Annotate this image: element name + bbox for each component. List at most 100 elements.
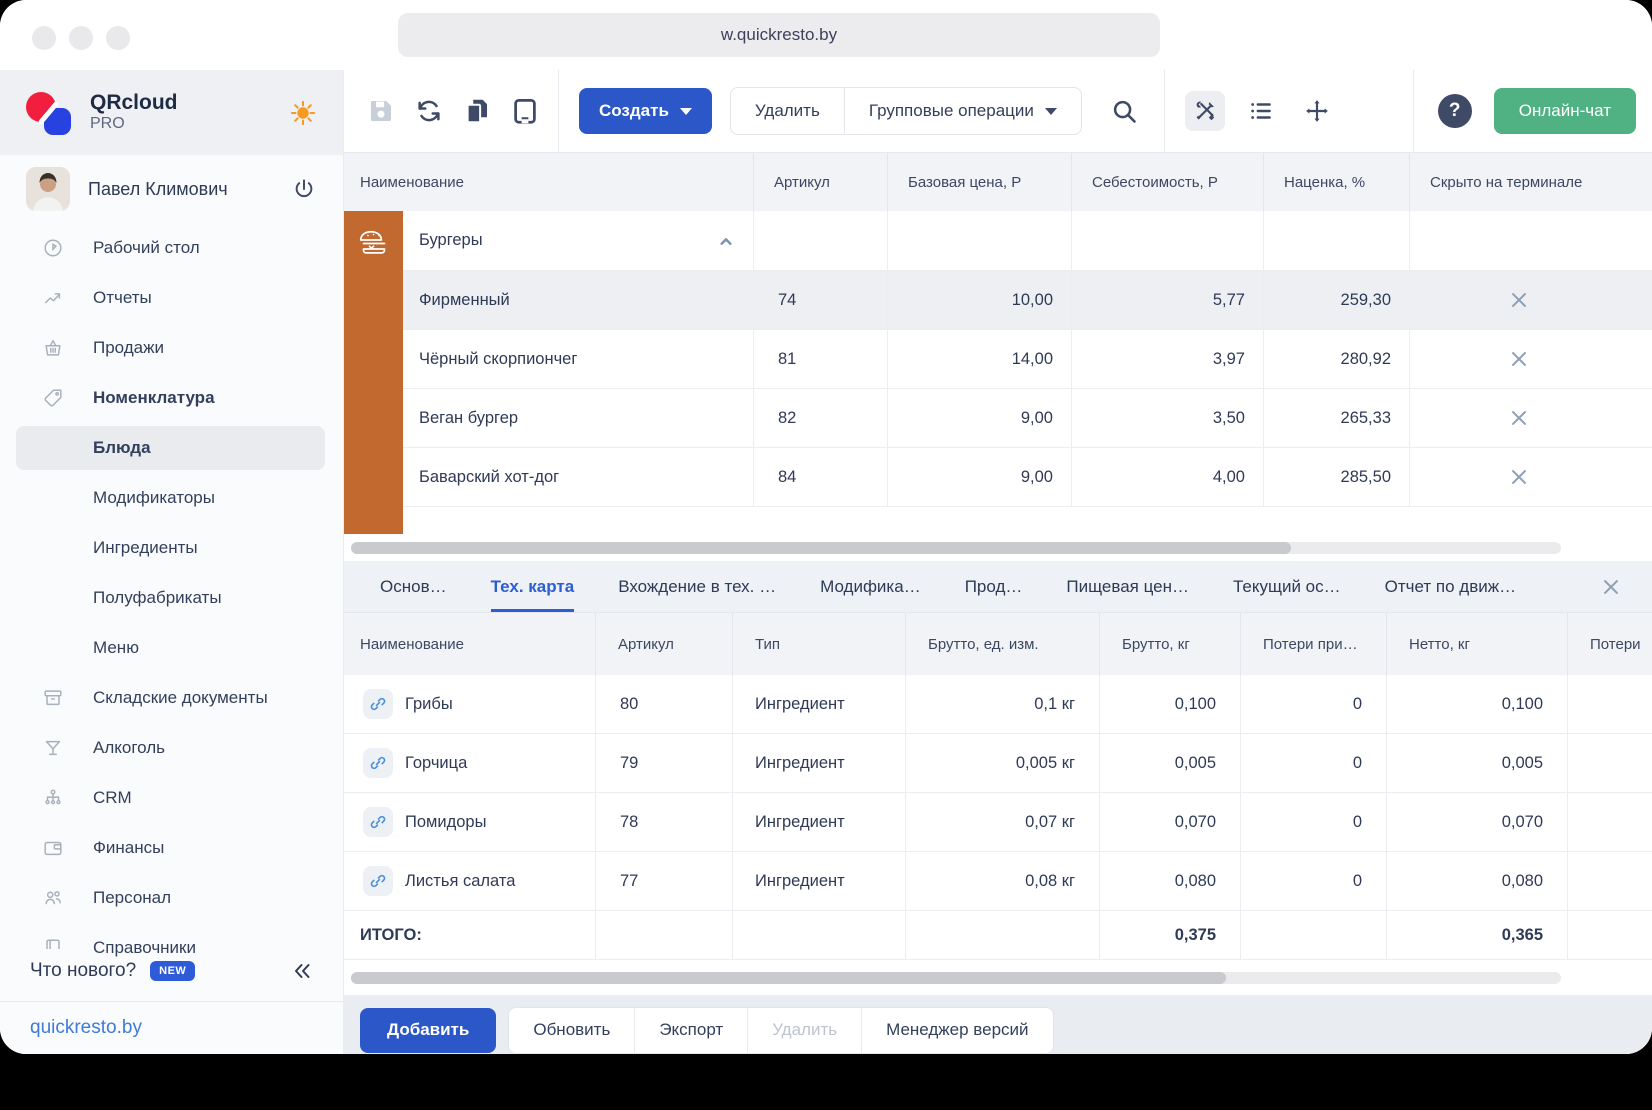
tab-modifiers[interactable]: Модифика… — [820, 561, 921, 612]
version-manager-button[interactable]: Менеджер версий — [861, 1008, 1052, 1053]
list-view-button[interactable] — [1241, 91, 1281, 131]
add-button[interactable]: Добавить — [360, 1008, 496, 1053]
refresh-button[interactable] — [414, 96, 444, 126]
column-header[interactable]: Наценка, % — [1263, 153, 1409, 211]
hierarchy-icon — [42, 787, 64, 809]
sidebar-item-alcohol[interactable]: Алкоголь — [0, 723, 343, 773]
sidebar-item-modifiers[interactable]: Модификаторы — [0, 473, 343, 523]
help-button[interactable]: ? — [1438, 94, 1472, 128]
totals-net: 0,365 — [1386, 911, 1567, 960]
column-header[interactable]: Наименование — [344, 613, 595, 675]
terminal-screen-button[interactable] — [510, 96, 540, 126]
close-window-button[interactable] — [32, 26, 56, 50]
column-header[interactable]: Скрыто на терминале — [1409, 153, 1652, 211]
sidebar-item-nomenclature[interactable]: Номенклатура — [0, 373, 343, 423]
dishes-table: Наименование Артикул Базовая цена, Р Себ… — [344, 153, 1652, 534]
reports-icon — [42, 287, 64, 309]
column-header[interactable]: Артикул — [753, 153, 887, 211]
group-operations-button[interactable]: Групповые операции — [844, 88, 1081, 134]
table-row[interactable]: Листья салата 77 Ингредиент 0,08 кг 0,08… — [344, 852, 1652, 911]
table-row[interactable]: Веган бургер 82 9,00 3,50 265,33 — [344, 389, 1652, 448]
hidden-on-terminal-x-icon[interactable] — [1506, 346, 1532, 372]
sidebar-item-warehouse-docs[interactable]: Складские документы — [0, 673, 343, 723]
column-header[interactable]: Брутто, кг — [1099, 613, 1240, 675]
export-button[interactable]: Экспорт — [634, 1008, 747, 1053]
copy-button[interactable] — [462, 96, 492, 126]
column-header[interactable]: Потери при… — [1240, 613, 1386, 675]
sidebar-item-menu[interactable]: Меню — [0, 623, 343, 673]
tab-current-stock[interactable]: Текущий ос… — [1233, 561, 1341, 612]
link-icon[interactable] — [363, 866, 393, 896]
column-header[interactable]: Нетто, кг — [1386, 613, 1567, 675]
horizontal-scrollbar — [344, 534, 1652, 561]
move-button[interactable] — [1297, 91, 1337, 131]
link-icon[interactable] — [363, 748, 393, 778]
update-button[interactable]: Обновить — [509, 1008, 634, 1053]
theme-sun-icon[interactable] — [289, 99, 317, 127]
archive-icon — [42, 687, 64, 709]
column-header[interactable]: Себестоимость, Р — [1071, 153, 1263, 211]
tab-tech-usage[interactable]: Вхождение в тех. … — [618, 561, 776, 612]
horizontal-scrollbar — [344, 960, 1652, 995]
techcard-table: Наименование Артикул Тип Брутто, ед. изм… — [344, 613, 1652, 960]
column-header[interactable]: Потери — [1567, 613, 1652, 675]
sidebar: QRcloud PRO П — [0, 70, 344, 1054]
table-row[interactable]: Чёрный скорпиончег 81 14,00 3,97 280,92 — [344, 330, 1652, 389]
basket-icon — [42, 337, 64, 359]
martini-icon — [42, 737, 64, 759]
window-controls[interactable] — [32, 26, 130, 50]
site-link[interactable]: quickresto.by — [0, 1002, 343, 1054]
sidebar-item-sales[interactable]: Продажи — [0, 323, 343, 373]
minimize-window-button[interactable] — [69, 26, 93, 50]
tab-sales[interactable]: Прод… — [965, 561, 1023, 612]
sidebar-menu: Рабочий стол Отчеты Продажи — [0, 223, 343, 973]
hidden-on-terminal-x-icon[interactable] — [1506, 287, 1532, 313]
sidebar-item-semifinished[interactable]: Полуфабрикаты — [0, 573, 343, 623]
close-panel-icon[interactable] — [1598, 574, 1624, 600]
tab-tech-card[interactable]: Тех. карта — [491, 561, 575, 612]
column-header[interactable]: Наименование — [344, 153, 753, 211]
table-row[interactable]: Баварский хот-дог 84 9,00 4,00 285,50 — [344, 448, 1652, 507]
collapse-sidebar-icon[interactable] — [289, 959, 313, 983]
group-row[interactable]: Бургеры — [344, 211, 1652, 271]
sidebar-item-finance[interactable]: Финансы — [0, 823, 343, 873]
column-header[interactable]: Брутто, ед. изм. — [905, 613, 1099, 675]
chevron-up-icon[interactable] — [713, 228, 739, 254]
logout-power-icon[interactable] — [291, 176, 317, 202]
search-icon[interactable] — [1110, 97, 1138, 125]
tools-button[interactable] — [1185, 91, 1225, 131]
table-row[interactable]: Горчица 79 Ингредиент 0,005 кг 0,005 0 0… — [344, 734, 1652, 793]
footer-delete-button[interactable]: Удалить — [747, 1008, 861, 1053]
column-header[interactable]: Артикул — [595, 613, 732, 675]
sidebar-item-crm[interactable]: CRM — [0, 773, 343, 823]
tab-movement-report[interactable]: Отчет по движ… — [1385, 561, 1516, 612]
tab-main[interactable]: Основ… — [380, 561, 447, 612]
tab-nutrition[interactable]: Пищевая цен… — [1066, 561, 1189, 612]
sidebar-item-dashboard[interactable]: Рабочий стол — [0, 223, 343, 273]
link-icon[interactable] — [363, 689, 393, 719]
link-icon[interactable] — [363, 807, 393, 837]
hidden-on-terminal-x-icon[interactable] — [1506, 405, 1532, 431]
sidebar-item-staff[interactable]: Персонал — [0, 873, 343, 923]
hidden-on-terminal-x-icon[interactable] — [1506, 464, 1532, 490]
table-row[interactable]: Фирменный 74 10,00 5,77 259,30 — [344, 271, 1652, 330]
create-button[interactable]: Создать — [579, 88, 712, 134]
panel-footer: Добавить Обновить Экспорт Удалить Менедж… — [344, 995, 1652, 1054]
maximize-window-button[interactable] — [106, 26, 130, 50]
tag-icon — [42, 387, 64, 409]
save-button[interactable] — [366, 96, 396, 126]
scrollbar-thumb[interactable] — [351, 542, 1291, 554]
delete-button[interactable]: Удалить — [731, 88, 844, 134]
detail-tabs: Основ… Тех. карта Вхождение в тех. … Мод… — [344, 561, 1652, 613]
table-row[interactable]: Помидоры 78 Ингредиент 0,07 кг 0,070 0 0… — [344, 793, 1652, 852]
column-header[interactable]: Тип — [732, 613, 905, 675]
sidebar-item-ingredients[interactable]: Ингредиенты — [0, 523, 343, 573]
chat-button[interactable]: Онлайн-чат — [1494, 88, 1636, 134]
url-bar[interactable]: w.quickresto.by — [398, 13, 1160, 57]
sidebar-item-dishes[interactable]: Блюда — [0, 423, 343, 473]
sidebar-item-reports[interactable]: Отчеты — [0, 273, 343, 323]
column-header[interactable]: Базовая цена, Р — [887, 153, 1071, 211]
table-row[interactable]: Грибы 80 Ингредиент 0,1 кг 0,100 0 0,100 — [344, 675, 1652, 734]
scrollbar-thumb[interactable] — [351, 972, 1226, 984]
totals-label: ИТОГО: — [344, 911, 595, 960]
